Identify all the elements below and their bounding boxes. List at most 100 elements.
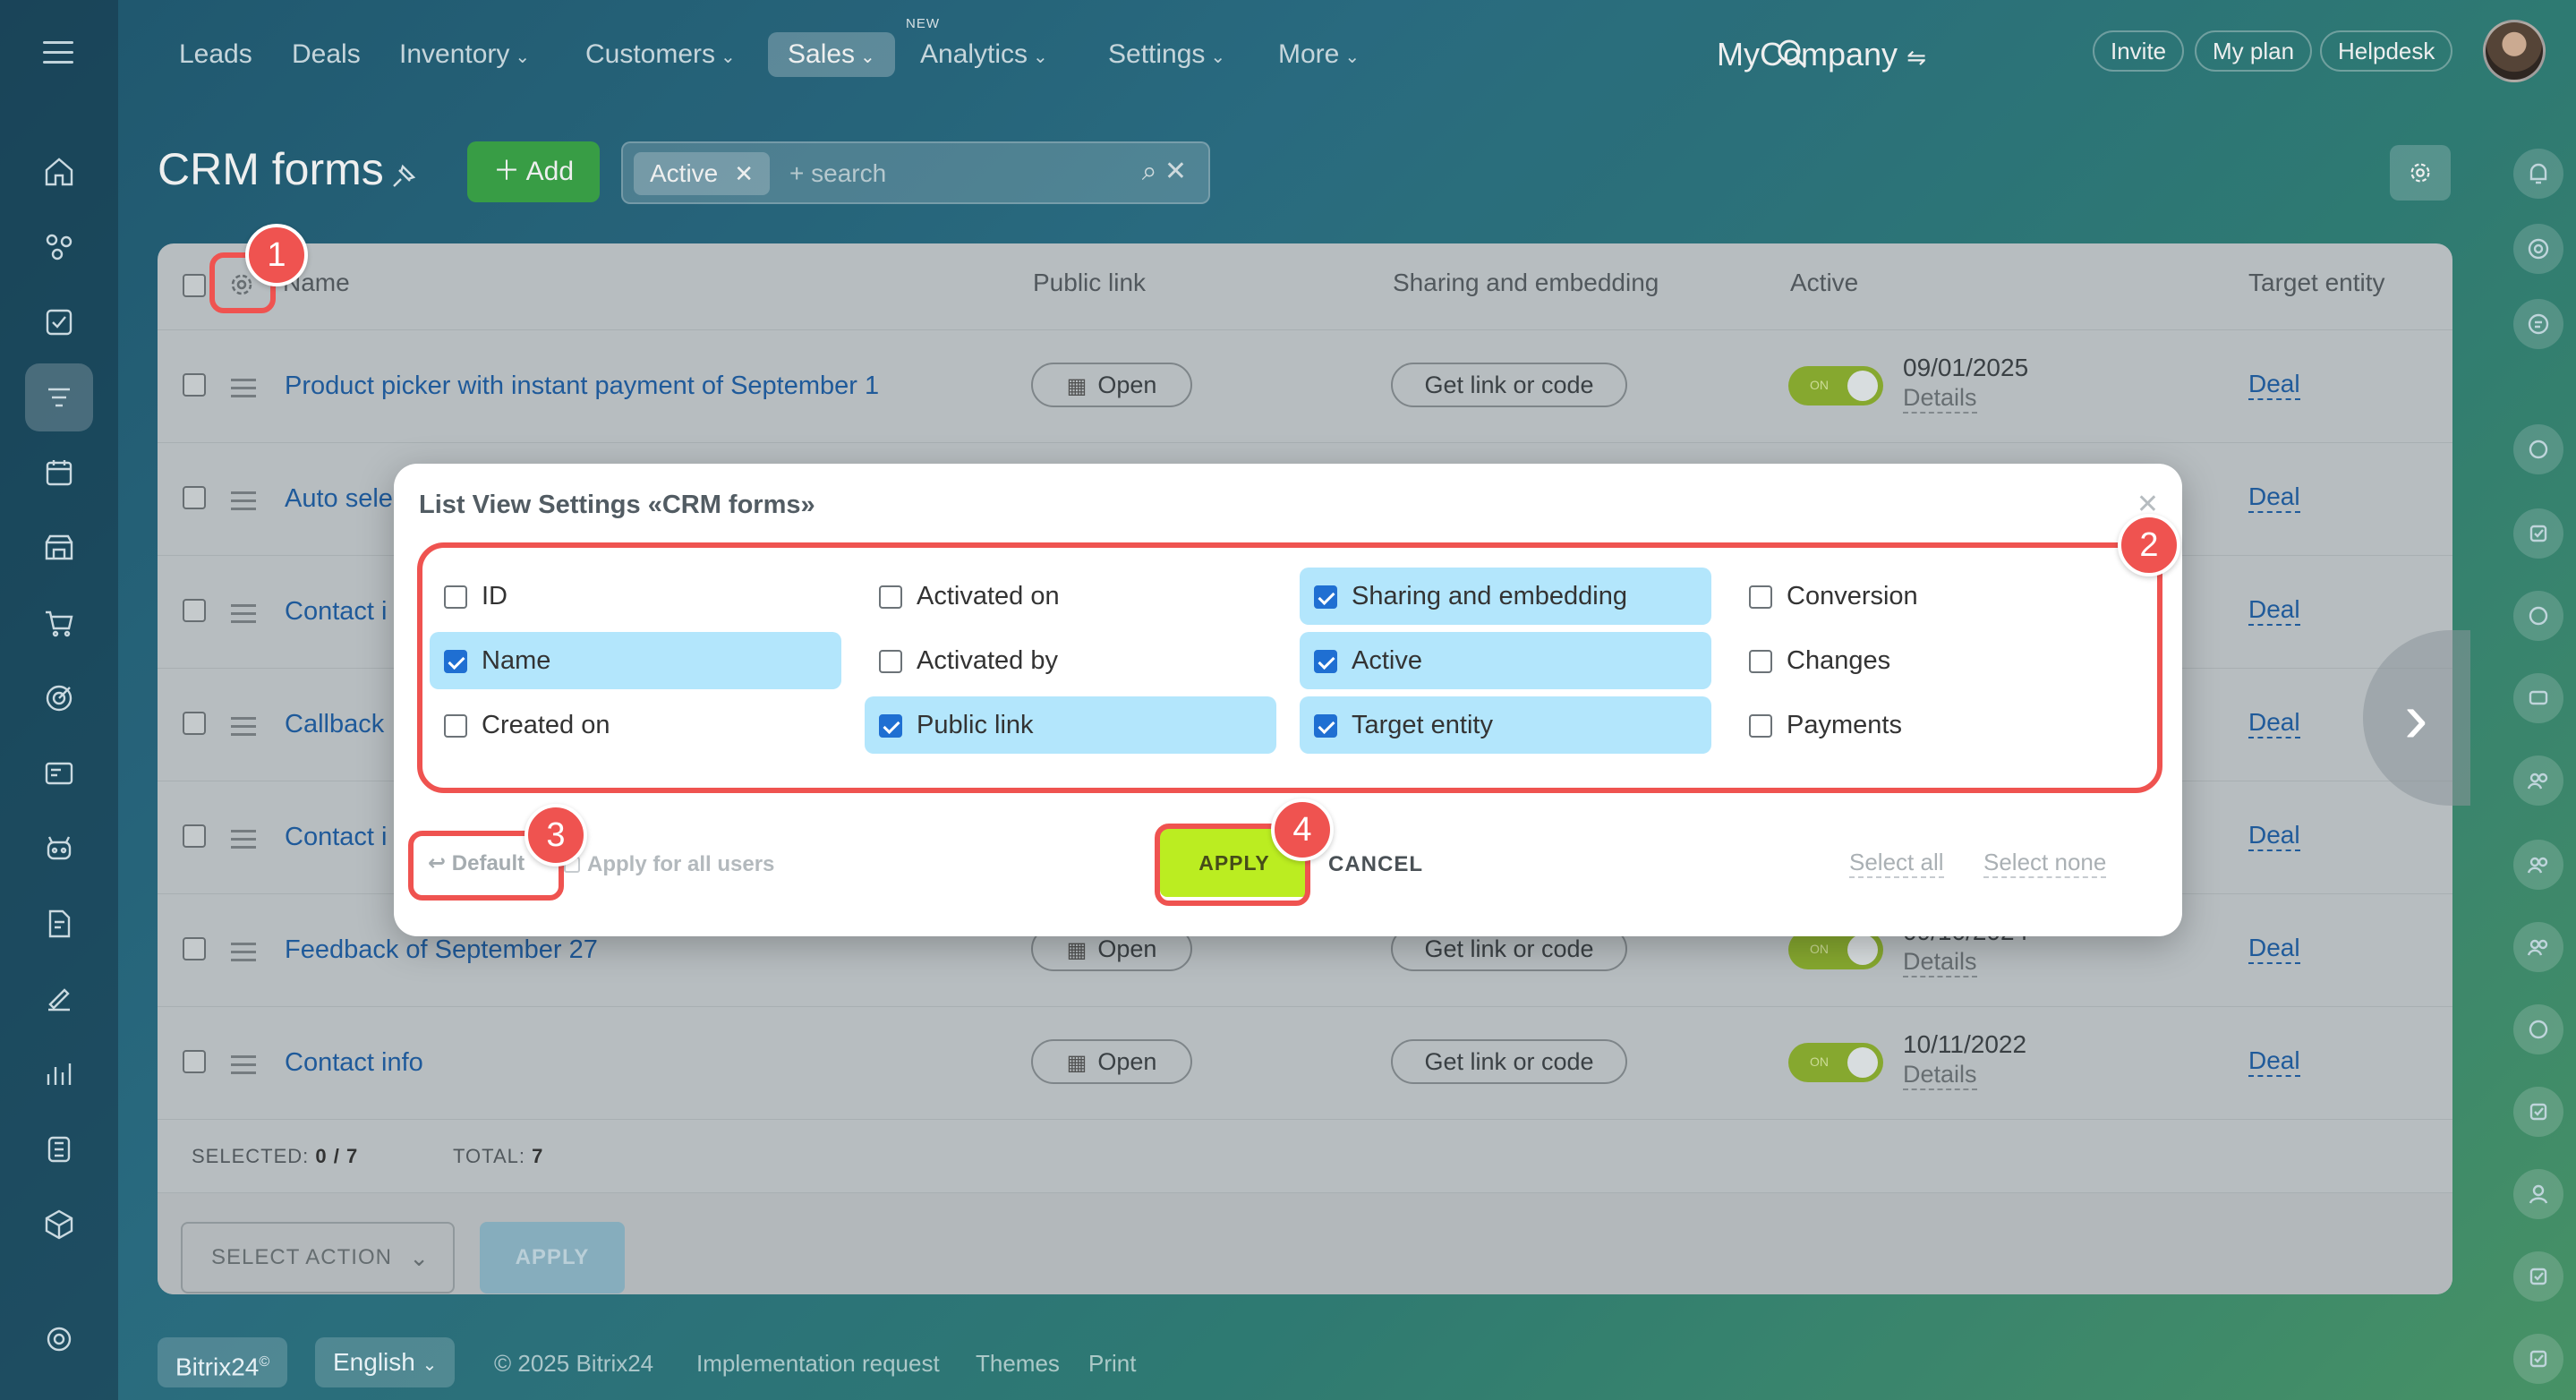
avatar[interactable] [2483, 20, 2546, 82]
market-icon[interactable] [25, 1191, 93, 1259]
nav-deals[interactable]: Deals [283, 32, 370, 77]
active-toggle[interactable]: ON [1788, 1043, 1883, 1082]
select-all-link[interactable]: Select all [1849, 849, 1944, 878]
task-chat-icon[interactable] [2513, 1251, 2563, 1302]
openline-icon[interactable] [2513, 424, 2563, 474]
target-entity-link[interactable]: Deal [2248, 482, 2300, 513]
drag-handle-icon[interactable] [231, 604, 256, 623]
target-entity-link[interactable]: Deal [2248, 821, 2300, 851]
drag-handle-icon[interactable] [231, 717, 256, 736]
notification-bell-icon[interactable] [2513, 149, 2563, 199]
row-checkbox[interactable] [183, 373, 206, 397]
row-checkbox[interactable] [183, 1050, 206, 1073]
get-link-button[interactable]: Get link or code [1391, 1039, 1627, 1084]
language-selector[interactable]: English ⌄ [315, 1337, 456, 1387]
column-option-changes[interactable]: Changes [1735, 632, 2146, 689]
search-input[interactable]: + search [789, 152, 886, 195]
filter-tag-active[interactable]: Active ✕ [634, 152, 771, 195]
store-icon[interactable] [25, 514, 93, 582]
row-checkbox[interactable] [183, 486, 206, 509]
row-checkbox[interactable] [183, 937, 206, 960]
nav-more[interactable]: More ⌄ [1269, 32, 1369, 77]
option-checkbox[interactable] [444, 714, 467, 738]
group-chat-icon[interactable] [2513, 840, 2563, 890]
column-header-target-entity[interactable]: Target entity [2248, 269, 2385, 297]
target-entity-link[interactable]: Deal [2248, 708, 2300, 738]
option-checkbox[interactable] [879, 714, 902, 738]
option-checkbox[interactable] [1314, 650, 1337, 673]
implementation-request-link[interactable]: Implementation request [696, 1350, 940, 1378]
target-entity-link[interactable]: Deal [2248, 934, 2300, 964]
default-button[interactable]: ↩ Default [428, 850, 525, 876]
column-option-target-entity[interactable]: Target entity [1300, 696, 1711, 754]
nav-customers[interactable]: Customers ⌄ [576, 32, 745, 77]
helpdesk-button[interactable]: Helpdesk [2320, 30, 2453, 72]
details-link[interactable]: Details [1903, 948, 1977, 977]
message-icon[interactable] [2513, 673, 2563, 723]
analytics-icon[interactable] [25, 1040, 93, 1108]
option-checkbox[interactable] [444, 650, 467, 673]
target-entity-link[interactable]: Deal [2248, 1046, 2300, 1077]
nav-inventory[interactable]: Inventory ⌄ [390, 32, 539, 77]
task-chat-icon[interactable] [2513, 1334, 2563, 1384]
my-plan-button[interactable]: My plan [2195, 30, 2313, 72]
contact-center-icon[interactable] [25, 739, 93, 807]
column-option-public-link[interactable]: Public link [865, 696, 1276, 754]
details-link[interactable]: Details [1903, 1061, 1977, 1090]
column-option-activated-on[interactable]: Activated on [865, 568, 1276, 625]
drag-handle-icon[interactable] [231, 1055, 256, 1074]
option-checkbox[interactable] [879, 585, 902, 609]
open-button[interactable]: ▦ Open [1031, 363, 1192, 407]
openline-icon[interactable] [2513, 1004, 2563, 1054]
select-action-dropdown[interactable]: SELECT ACTION ⌄ [181, 1222, 455, 1293]
robot-icon[interactable] [25, 815, 93, 883]
option-checkbox[interactable] [1314, 714, 1337, 738]
get-link-button[interactable]: Get link or code [1391, 363, 1627, 407]
row-name-link[interactable]: Contact i [285, 823, 387, 852]
print-link[interactable]: Print [1088, 1350, 1136, 1378]
option-checkbox[interactable] [879, 650, 902, 673]
column-option-id[interactable]: ID [430, 568, 841, 625]
crm-icon[interactable] [25, 363, 93, 431]
menu-icon[interactable] [43, 41, 73, 64]
row-name-link[interactable]: Auto sele [285, 484, 393, 514]
add-button[interactable]: ＋ Add [467, 141, 600, 202]
column-option-active[interactable]: Active [1300, 632, 1711, 689]
nav-sales[interactable]: Sales ⌄ [768, 32, 895, 77]
row-checkbox[interactable] [183, 712, 206, 735]
settings-gear-icon[interactable] [25, 1305, 93, 1373]
apply-action-button[interactable]: APPLY [480, 1222, 625, 1293]
feed-icon[interactable] [25, 213, 93, 281]
home-icon[interactable] [25, 138, 93, 206]
task-chat-icon[interactable] [2513, 1087, 2563, 1137]
apply-all-users-checkbox[interactable]: Apply for all users [564, 852, 774, 877]
target-entity-link[interactable]: Deal [2248, 370, 2300, 400]
column-header-public-link[interactable]: Public link [1033, 269, 1146, 297]
column-option-sharing[interactable]: Sharing and embedding [1300, 568, 1711, 625]
company-name[interactable]: MyCompany ⇋ [1717, 32, 1926, 80]
column-option-created-on[interactable]: Created on [430, 696, 841, 754]
filter-search-box[interactable]: Active ✕ + search ⌕ ✕ [621, 141, 1210, 204]
copilot-icon[interactable] [2513, 224, 2563, 274]
nav-leads[interactable]: Leads [170, 32, 261, 77]
option-checkbox[interactable] [1749, 714, 1772, 738]
option-checkbox[interactable] [1749, 650, 1772, 673]
page-settings-gear-icon[interactable] [2390, 145, 2451, 201]
column-header-sharing[interactable]: Sharing and embedding [1393, 269, 1659, 297]
themes-link[interactable]: Themes [976, 1350, 1060, 1378]
chat-search-icon[interactable] [2513, 299, 2563, 349]
search-icon[interactable]: ⌕ [1142, 157, 1157, 186]
active-toggle[interactable]: ON [1788, 366, 1883, 405]
nav-analytics[interactable]: Analytics ⌄ [911, 32, 1057, 77]
close-icon[interactable]: ✕ [734, 160, 754, 187]
openline-icon[interactable] [2513, 591, 2563, 641]
nav-settings[interactable]: Settings ⌄ [1099, 32, 1234, 77]
column-option-activated-by[interactable]: Activated by [865, 632, 1276, 689]
sign-icon[interactable] [25, 965, 93, 1033]
calendar-icon[interactable] [25, 439, 93, 507]
brand-button[interactable]: Bitrix24© [158, 1337, 288, 1387]
row-name-link[interactable]: Callback [285, 710, 384, 739]
column-option-name[interactable]: Name [430, 632, 841, 689]
details-link[interactable]: Details [1903, 384, 1977, 414]
sites-icon[interactable] [25, 1115, 93, 1183]
